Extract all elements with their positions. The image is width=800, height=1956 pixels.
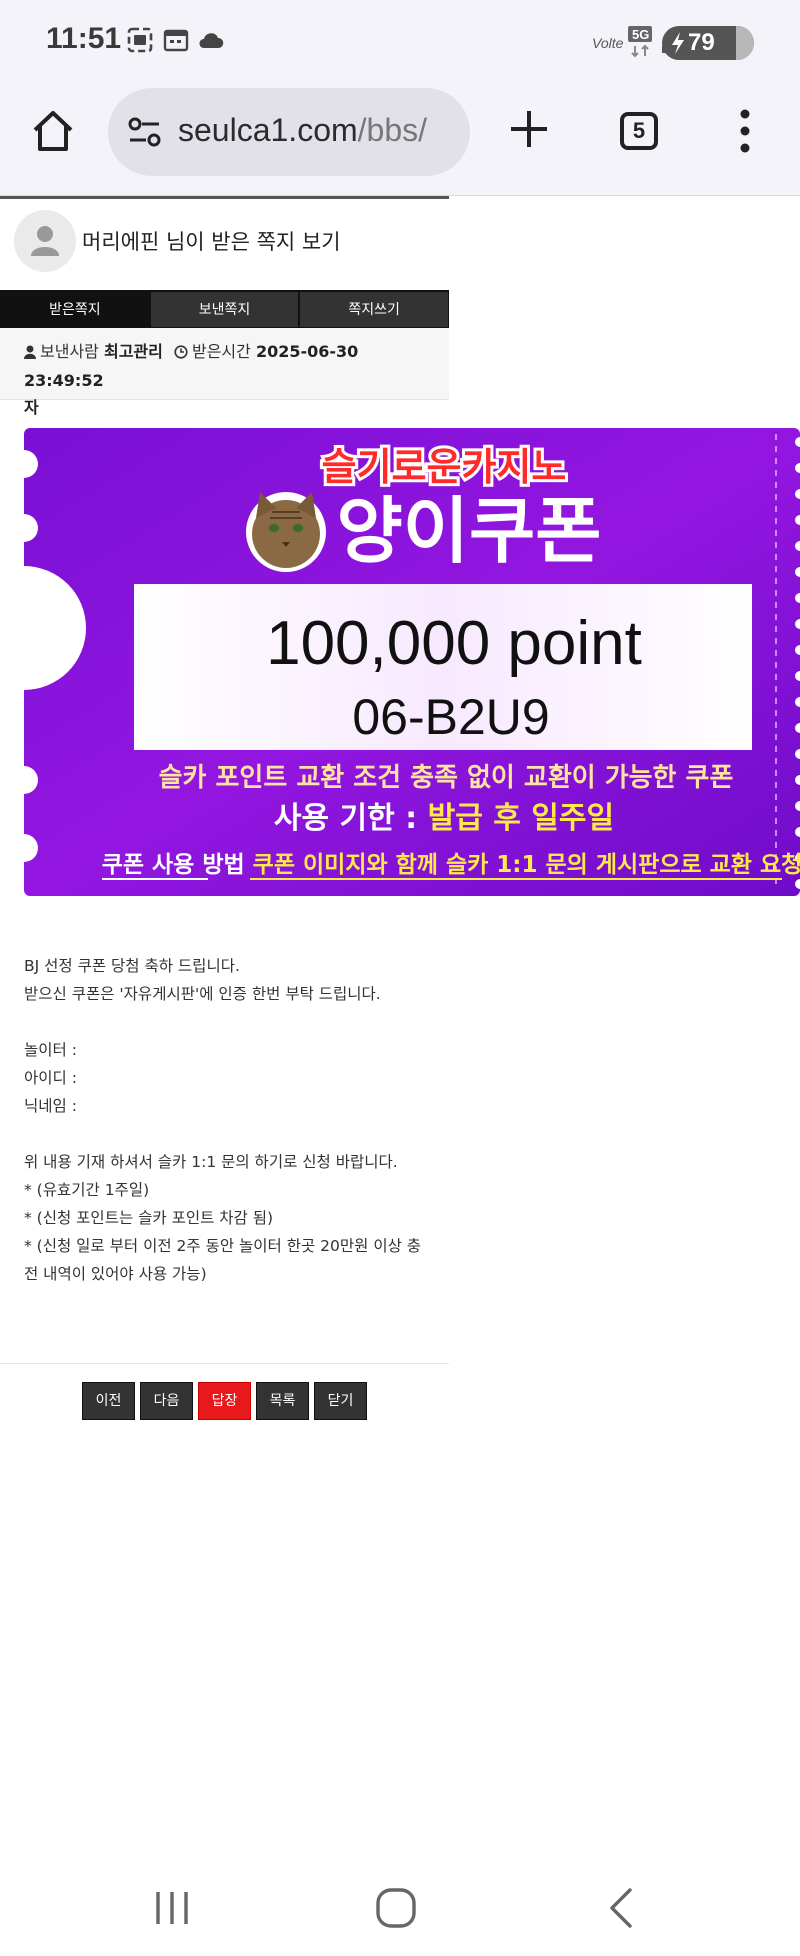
network-5g-icon: 5G xyxy=(628,26,652,58)
divider xyxy=(0,196,449,199)
cat-logo xyxy=(246,492,326,572)
received-label: 받은시간 xyxy=(191,342,251,361)
coupon-amount: 100,000 point xyxy=(266,609,642,678)
next-button[interactable]: 다음 xyxy=(140,1382,193,1420)
sender-name: 최고관리 xyxy=(103,342,163,361)
list-button[interactable]: 목록 xyxy=(256,1382,309,1420)
memo-meta: 보낸사람 최고관리 받은시간 2025-06-30 23:49:52 자 xyxy=(0,328,449,417)
coupon-condition: 슬카 포인트 교환 조건 충족 없이 교환이 가능한 쿠폰 xyxy=(159,763,734,793)
memo-body: BJ 선정 쿠폰 당첨 축하 드립니다. 받으신 쿠폰은 '자유게시판'에 인증… xyxy=(24,952,424,1288)
coupon-name: 양이쿠폰 xyxy=(337,489,602,573)
address-bar[interactable]: seulca1.com/bbs/ xyxy=(108,88,470,176)
tab-sent[interactable]: 보낸쪽지 xyxy=(149,290,300,328)
coupon-brand: 슬기로운카지노 xyxy=(322,445,567,489)
divider xyxy=(0,1363,449,1364)
user-icon xyxy=(31,226,59,256)
memo-line: * (신청 포인트는 슬카 포인트 차감 됨) xyxy=(24,1209,274,1227)
received-time-suffix: 자 xyxy=(24,398,39,417)
coupon-code: 06-B2U9 xyxy=(352,689,549,745)
page-title: 머리에핀 님이 받은 쪽지 보기 xyxy=(82,230,341,254)
memo-line: BJ 선정 쿠폰 당첨 축하 드립니다. xyxy=(24,957,240,975)
home-circle-icon[interactable] xyxy=(374,1886,418,1930)
memo-line: 전 내역이 있어야 사용 가능) xyxy=(24,1265,207,1283)
tab-received[interactable]: 받은쪽지 xyxy=(0,290,150,328)
system-nav-bar xyxy=(0,1860,800,1956)
svg-text:Volte: Volte xyxy=(592,35,624,51)
status-time: 11:51 xyxy=(46,22,122,55)
svg-text:5G: 5G xyxy=(632,27,649,42)
user-small-icon xyxy=(24,340,36,367)
memo-line: 받으신 쿠폰은 '자유게시판'에 인증 한번 부탁 드립니다. xyxy=(24,985,381,1003)
gallery-icon xyxy=(127,27,153,53)
status-bar: 11:51 Volte 5G 79 xyxy=(0,0,800,86)
battery-indicator: 79 xyxy=(662,26,754,60)
volte-icon: Volte xyxy=(592,35,624,51)
memo-line: 위 내용 기재 하셔서 슬카 1:1 문의 하기로 신청 바랍니다. xyxy=(24,1153,398,1171)
memo-line xyxy=(24,1008,424,1036)
memo-line xyxy=(24,1120,424,1148)
coupon-expiry: 사용 기한 : 발급 후 일주일 xyxy=(274,801,614,836)
prev-button[interactable]: 이전 xyxy=(82,1382,135,1420)
tab-write[interactable]: 쪽지쓰기 xyxy=(299,290,450,328)
close-button[interactable]: 닫기 xyxy=(314,1382,367,1420)
memo-line: * (유효기간 1주일) xyxy=(24,1181,150,1199)
back-icon[interactable] xyxy=(604,1886,638,1930)
coupon-image: 슬기로운카지노 양이쿠폰 100,000 point 06-B2U9 슬카 포인… xyxy=(24,428,800,896)
memo-header: 머리에핀 님이 받은 쪽지 보기 xyxy=(0,210,449,272)
home-icon[interactable] xyxy=(30,108,76,154)
memo-line: * (신청 일로 부터 이전 2주 동안 놀이터 한곳 20만원 이상 충 xyxy=(24,1237,422,1255)
memo-line: 놀이터 : xyxy=(24,1041,77,1059)
clock-icon xyxy=(174,340,188,367)
avatar xyxy=(14,210,76,272)
menu-dots-icon[interactable] xyxy=(735,108,755,154)
memo-line: 아이디 : xyxy=(24,1069,77,1087)
charging-icon xyxy=(672,32,684,54)
memo-actions: 이전 다음 답장 목록 닫기 xyxy=(82,1382,367,1420)
calendar-icon xyxy=(163,29,189,52)
reply-button[interactable]: 답장 xyxy=(198,1382,251,1420)
coupon-usage: 쿠폰 사용 방법 쿠폰 이미지와 함께 슬카 1:1 문의 게시판으로 교환 요청 xyxy=(102,852,800,878)
sender-label: 보낸사람 xyxy=(40,342,99,361)
memo-line: 닉네임 : xyxy=(24,1097,77,1115)
recent-apps-icon[interactable] xyxy=(152,1886,192,1930)
browser-toolbar: seulca1.com/bbs/ 5 xyxy=(0,86,800,196)
url-text[interactable]: seulca1.com/bbs/ xyxy=(178,112,427,149)
site-settings-icon[interactable] xyxy=(126,116,164,148)
cloud-icon xyxy=(199,33,224,48)
tab-switcher-button[interactable]: 5 xyxy=(620,112,658,150)
new-tab-icon[interactable] xyxy=(506,106,552,152)
memo-tabs: 받은쪽지 보낸쪽지 쪽지쓰기 xyxy=(0,290,450,328)
